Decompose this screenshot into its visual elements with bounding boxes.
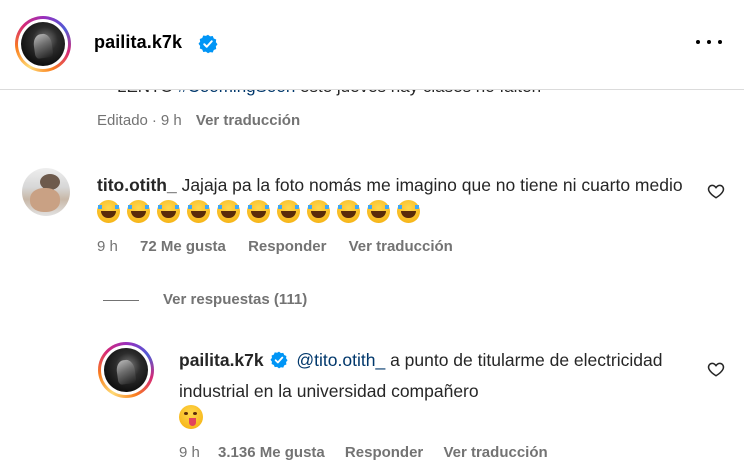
caption-time[interactable]: 9 h (161, 112, 182, 129)
caption-edited: Editado (97, 112, 148, 129)
laughing-emoji-icon (307, 200, 330, 223)
more-dot (707, 40, 711, 44)
view-replies-label: Ver respuestas (111) (163, 291, 308, 308)
laughing-emoji-icon (277, 200, 300, 223)
verified-badge-icon (198, 34, 218, 59)
view-replies-button[interactable]: Ver respuestas (111) (103, 291, 307, 308)
comment-time[interactable]: 9 h (97, 238, 118, 255)
comment-like-button[interactable] (707, 182, 725, 200)
reply-translate-button[interactable]: Ver traducción (443, 444, 547, 461)
heart-outline-icon (707, 184, 725, 199)
meta-separator: · (151, 112, 157, 129)
reply-body: pailita.k7k @tito.otith_ a punto de titu… (179, 346, 679, 437)
comment-translate-button[interactable]: Ver traducción (349, 238, 453, 255)
comment-meta: 9 h 72 Me gusta Responder Ver traducción (97, 238, 453, 255)
more-dot (696, 40, 700, 44)
caption-translate-button[interactable]: Ver traducción (196, 112, 300, 129)
laughing-emoji-icon (127, 200, 150, 223)
reply-time[interactable]: 9 h (179, 444, 200, 461)
reply-mention[interactable]: @tito.otith_ (296, 350, 385, 370)
avatar-figure (115, 359, 137, 386)
post-header: pailita.k7k (0, 0, 744, 90)
replies-line (103, 299, 139, 301)
laughing-emoji-icon (337, 200, 360, 223)
wink-kiss-emoji-icon (179, 405, 203, 429)
avatar-photo (104, 348, 148, 392)
comment-body: tito.otith_ Jajaja pa la foto nomás me i… (97, 171, 697, 227)
commenter-avatar[interactable] (22, 168, 70, 216)
more-options-button[interactable] (694, 30, 724, 54)
reply-meta: 9 h 3.136 Me gusta Responder Ver traducc… (179, 444, 548, 461)
comment-likes[interactable]: 72 Me gusta (140, 238, 226, 255)
more-dot (718, 40, 722, 44)
reply-avatar[interactable] (98, 342, 154, 398)
laughing-emoji-icon (157, 200, 180, 223)
laughing-emoji-icon (187, 200, 210, 223)
avatar-skin (30, 188, 60, 212)
reply-likes[interactable]: 3.136 Me gusta (218, 444, 325, 461)
laughing-emoji-icon (397, 200, 420, 223)
reply-like-button[interactable] (707, 360, 725, 378)
laughing-emoji-icon (97, 200, 120, 223)
comment-text: Jajaja pa la foto nomás me imagino que n… (181, 175, 683, 195)
comment-reply-button[interactable]: Responder (248, 238, 326, 255)
avatar-photo (21, 22, 65, 66)
heart-outline-icon (707, 362, 725, 377)
laughing-emoji-icon (367, 200, 390, 223)
laughing-emoji-icon (217, 200, 240, 223)
verified-badge-icon (269, 349, 288, 377)
comment-username[interactable]: tito.otith_ (97, 175, 177, 195)
comment-emojis (97, 200, 427, 223)
header-username[interactable]: pailita.k7k (94, 32, 182, 53)
avatar-figure (32, 33, 54, 60)
caption-meta: Editado · 9 h Ver traducción (97, 112, 300, 129)
profile-avatar[interactable] (15, 16, 71, 72)
reply-username[interactable]: pailita.k7k (179, 350, 264, 370)
laughing-emoji-icon (247, 200, 270, 223)
reply-reply-button[interactable]: Responder (345, 444, 423, 461)
